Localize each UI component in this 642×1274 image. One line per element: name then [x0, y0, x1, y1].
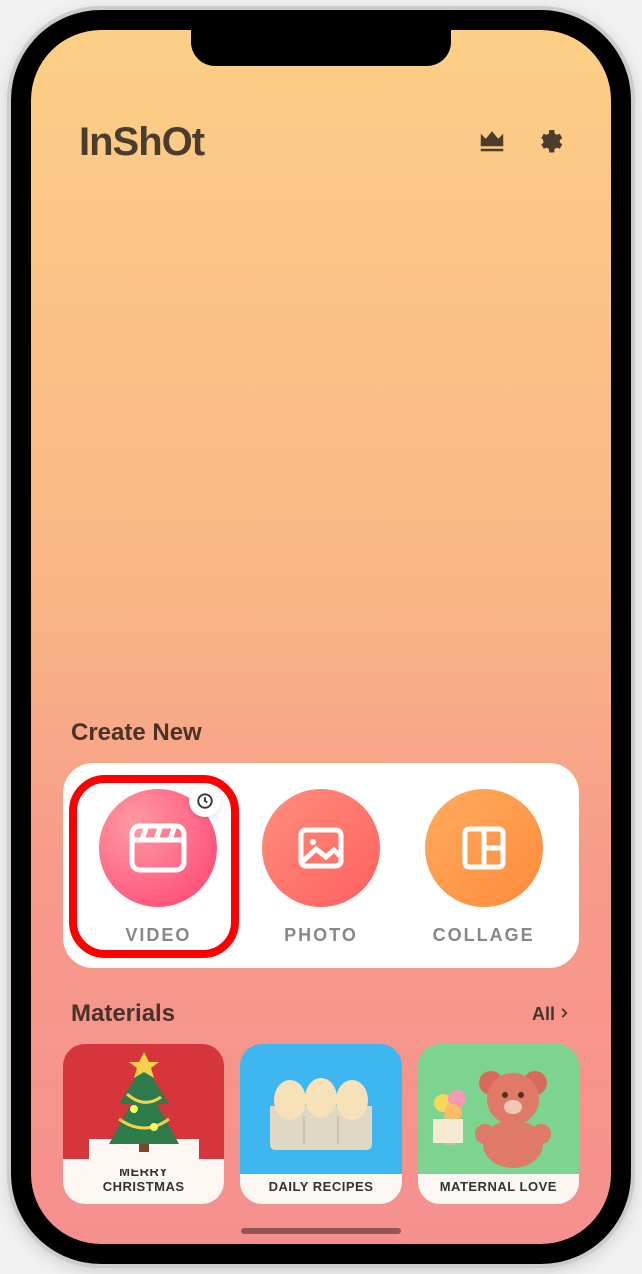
material-maternal-label: MATERNAL LOVE	[418, 1174, 579, 1204]
video-icon	[99, 789, 217, 907]
home-indicator[interactable]	[241, 1228, 401, 1234]
collage-icon	[425, 789, 543, 907]
materials-header: Materials All	[71, 1000, 571, 1028]
create-new-card: VIDEO PHOTO	[63, 763, 579, 968]
create-photo-label: PHOTO	[284, 925, 358, 946]
chevron-right-icon	[557, 1004, 571, 1025]
materials-row: MERRY CHRISTMAS DA	[63, 1044, 579, 1204]
christmas-tree-icon	[63, 1044, 224, 1174]
create-collage-button[interactable]: COLLAGE	[403, 789, 564, 946]
material-recipes-label: DAILY RECIPES	[240, 1174, 401, 1204]
create-photo-button[interactable]: PHOTO	[240, 789, 401, 946]
crown-icon[interactable]	[477, 125, 507, 160]
material-christmas[interactable]: MERRY CHRISTMAS	[63, 1044, 224, 1204]
clock-icon	[189, 785, 221, 817]
eggs-icon	[240, 1044, 401, 1174]
main-content: Create New	[31, 719, 611, 1204]
create-collage-label: COLLAGE	[433, 925, 535, 946]
materials-title: Materials	[71, 1000, 175, 1028]
material-maternal[interactable]: MATERNAL LOVE	[418, 1044, 579, 1204]
phone-frame: InShOt Create New	[11, 10, 631, 1264]
materials-all-link[interactable]: All	[532, 1004, 571, 1025]
app-logo: InShOt	[79, 120, 204, 165]
material-recipes[interactable]: DAILY RECIPES	[240, 1044, 401, 1204]
create-video-label: VIDEO	[125, 925, 191, 946]
create-new-title: Create New	[71, 719, 571, 747]
header-actions	[477, 125, 563, 160]
app-screen: InShOt Create New	[31, 30, 611, 1244]
create-video-button[interactable]: VIDEO	[78, 789, 239, 946]
teddy-bear-icon	[418, 1044, 579, 1174]
photo-icon	[262, 789, 380, 907]
gear-icon[interactable]	[533, 125, 563, 160]
phone-notch	[191, 30, 451, 66]
materials-all-label: All	[532, 1004, 555, 1025]
